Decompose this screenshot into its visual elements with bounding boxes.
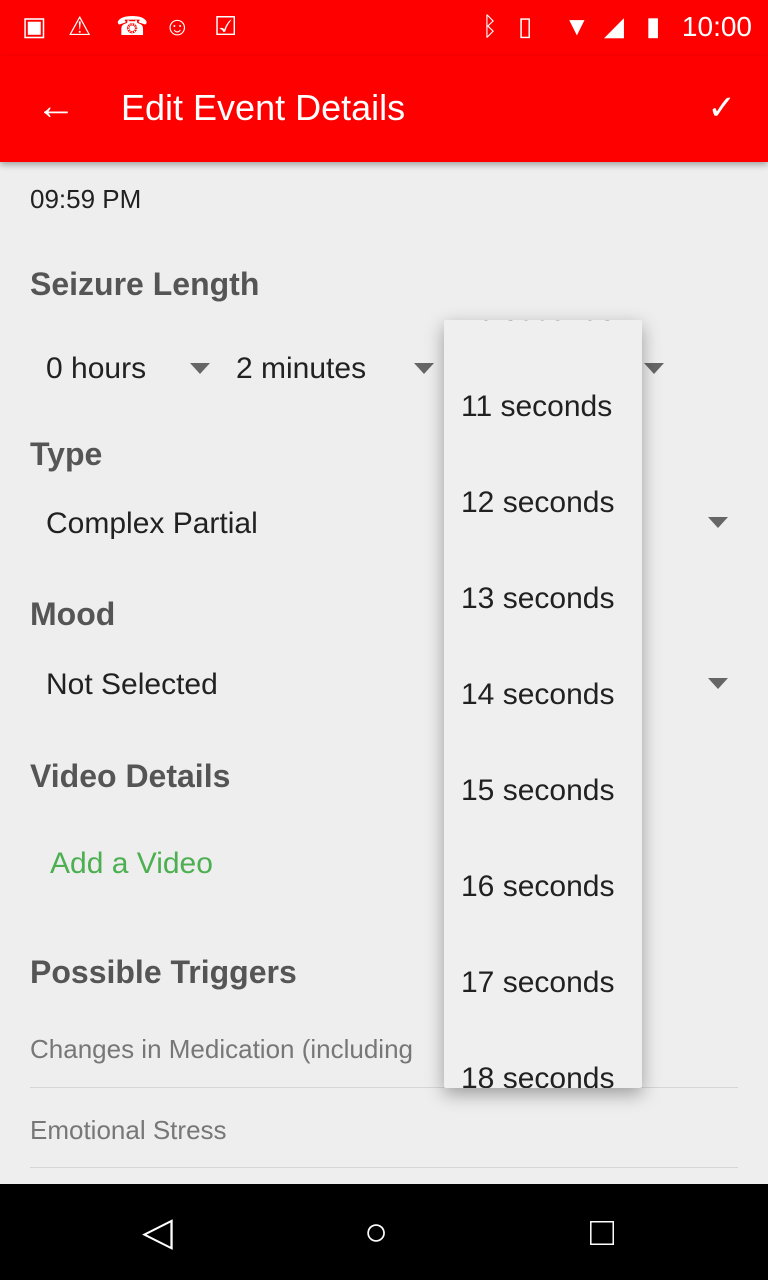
dropdown-option[interactable]: 10 seconds [461, 320, 614, 329]
missed-call-icon: ☎ [116, 11, 149, 41]
clipboard-check-icon: ☑ [214, 11, 238, 41]
image-icon: ▣ [22, 11, 47, 41]
chevron-down-icon [414, 363, 434, 374]
dropdown-option[interactable]: 18 seconds [461, 1061, 614, 1088]
vibrate-icon: ▯ [518, 11, 533, 41]
hours-spinner[interactable]: 0 hours [46, 352, 146, 386]
mood-label: Mood [30, 596, 116, 632]
dropdown-option[interactable]: 16 seconds [461, 869, 614, 905]
dropdown-option[interactable]: 14 seconds [461, 677, 614, 713]
seconds-dropdown[interactable]: 10 seconds 11 seconds 12 seconds 13 seco… [444, 320, 642, 1088]
trigger-item[interactable]: Changes in Medication (including [30, 1034, 413, 1065]
time-value[interactable]: 09:59 PM [30, 184, 141, 215]
divider [30, 1167, 738, 1168]
warning-icon: ⚠ [68, 11, 92, 41]
chevron-down-icon [644, 363, 664, 374]
chevron-down-icon [190, 363, 210, 374]
check-icon[interactable]: ✓ [708, 86, 737, 130]
status-bar: ▣ ⚠ ☎ ☺ ☑ ᛒ ▯ ▼ ◢ ▮ 10:00 [0, 0, 768, 56]
back-nav-icon[interactable]: ◁ [142, 1210, 173, 1254]
dropdown-option[interactable]: 17 seconds [461, 965, 614, 1001]
seizure-length-label: Seizure Length [30, 266, 260, 302]
arrow-back-icon[interactable]: ← [36, 84, 76, 128]
battery-icon: ▮ [646, 11, 661, 41]
signal-icon: ◢ [604, 11, 624, 41]
dropdown-option[interactable]: 13 seconds [461, 581, 614, 617]
recents-nav-icon[interactable]: □ [590, 1210, 614, 1254]
mood-spinner[interactable]: Not Selected [46, 668, 218, 702]
dropdown-option[interactable]: 12 seconds [461, 485, 614, 521]
type-spinner[interactable]: Complex Partial [46, 507, 258, 541]
minutes-spinner[interactable]: 2 minutes [236, 352, 366, 386]
dropdown-option[interactable]: 15 seconds [461, 773, 614, 809]
page-title: Edit Event Details [121, 87, 406, 128]
chevron-down-icon [708, 517, 728, 528]
dropdown-option[interactable]: 11 seconds [461, 389, 612, 425]
clock: 10:00 [681, 11, 752, 42]
home-nav-icon[interactable]: ○ [364, 1210, 388, 1254]
navigation-bar: ◁ ○ □ [0, 1184, 768, 1280]
sms-icon: ☺ [164, 11, 191, 41]
trigger-item[interactable]: Emotional Stress [30, 1115, 227, 1146]
possible-triggers-label: Possible Triggers [30, 954, 297, 990]
video-details-label: Video Details [30, 758, 231, 794]
type-label: Type [30, 436, 103, 472]
chevron-down-icon [708, 678, 728, 689]
wifi-icon: ▼ [564, 11, 590, 41]
app-bar: ← Edit Event Details ✓ [0, 56, 768, 162]
bluetooth-icon: ᛒ [482, 11, 498, 41]
add-video-link[interactable]: Add a Video [50, 847, 213, 881]
